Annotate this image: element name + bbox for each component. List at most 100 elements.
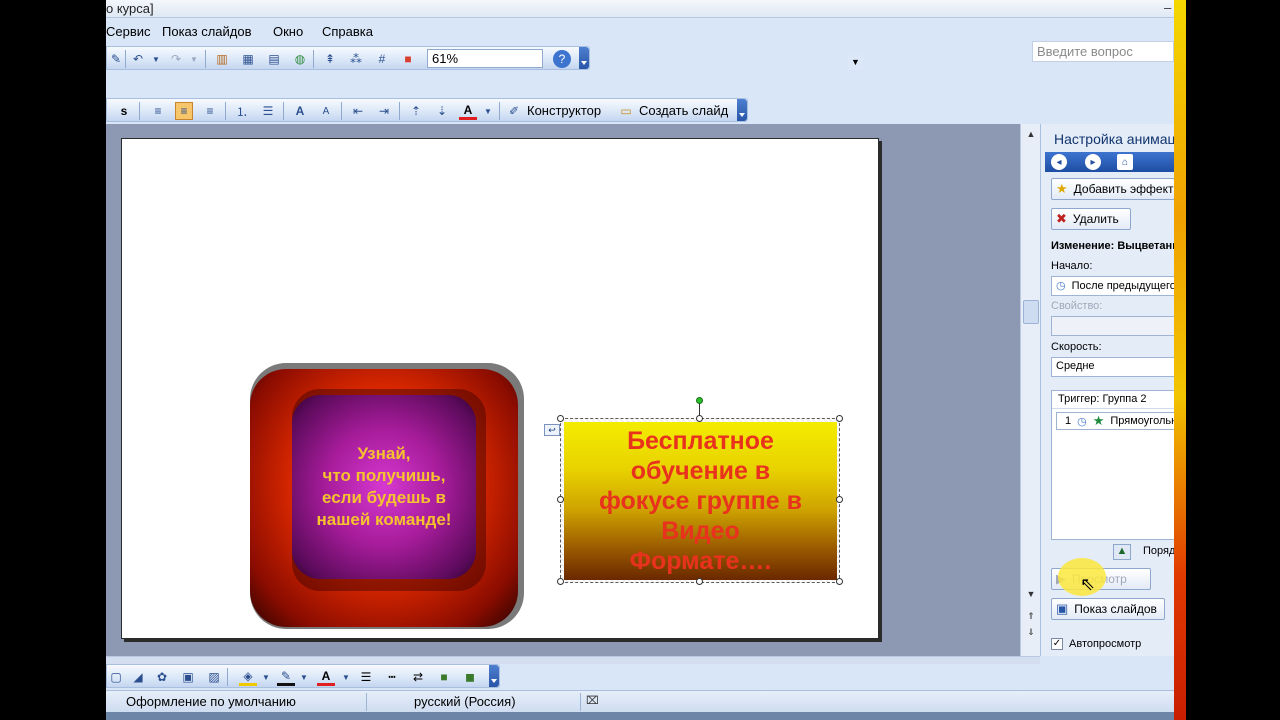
button-shape-inner[interactable]: Узнай, что получишь, если будешь в нашей… xyxy=(292,395,476,579)
menu-help[interactable]: Справка xyxy=(322,24,373,39)
textbox-icon[interactable]: ▢ xyxy=(107,668,125,686)
rotation-handle[interactable] xyxy=(696,397,703,404)
color-grayscale-icon[interactable]: ■ xyxy=(399,50,417,68)
chart-icon[interactable]: ▥ xyxy=(213,50,231,68)
back-icon[interactable]: ◂ xyxy=(1051,154,1067,170)
help-search-input[interactable]: Введите вопрос xyxy=(1032,41,1174,62)
align-right-icon[interactable]: ≡ xyxy=(201,102,219,120)
toolbar-options-grip[interactable] xyxy=(579,47,589,69)
desktop-edge xyxy=(1174,0,1186,720)
menu-service[interactable]: Сервис xyxy=(106,24,151,39)
align-center-icon[interactable]: ≡ xyxy=(175,102,193,120)
3d-style-icon[interactable]: ◼ xyxy=(461,668,479,686)
columns-icon[interactable]: ▤ xyxy=(265,50,283,68)
menu-slideshow[interactable]: Показ слайдов xyxy=(162,24,252,39)
shadow-style-icon[interactable]: ■ xyxy=(435,668,453,686)
powerpoint-window: о курса] – Сервис Показ слайдов Окно Спр… xyxy=(106,0,1174,720)
line-spacing-down-icon[interactable]: ⇣ xyxy=(433,102,451,120)
pen-icon[interactable]: ✎ xyxy=(107,50,125,68)
horizontal-scrollbar[interactable] xyxy=(106,656,1040,664)
slide-canvas[interactable]: Узнай, что получишь, если будешь в нашей… xyxy=(121,138,879,639)
remove-icon: ✖ xyxy=(1056,211,1067,226)
decrease-font-icon[interactable]: A xyxy=(317,102,335,120)
font-color-icon[interactable]: A xyxy=(459,102,477,120)
decrease-indent-icon[interactable]: ⇤ xyxy=(349,102,367,120)
grid-icon[interactable]: # xyxy=(373,50,391,68)
next-slide-icon[interactable]: ⇓ xyxy=(1023,624,1039,640)
previous-slide-icon[interactable]: ⇑ xyxy=(1023,608,1039,624)
start-value: После предыдущего xyxy=(1071,280,1174,292)
diagram-icon[interactable]: ✿ xyxy=(153,668,171,686)
menu-window[interactable]: Окно xyxy=(273,24,303,39)
format-icon[interactable]: ⁂ xyxy=(347,50,365,68)
autopreview-checkbox[interactable]: ✓ xyxy=(1051,638,1063,650)
fill-color-icon[interactable]: ◈ xyxy=(239,668,257,686)
resize-handle-sw[interactable] xyxy=(557,578,564,585)
toolbar-options-grip[interactable] xyxy=(489,665,499,687)
home-icon[interactable]: ⌂ xyxy=(1117,154,1133,170)
numbered-list-icon[interactable]: ⒈ xyxy=(233,102,251,120)
pane-nav-bar: ◂ ▸ ⌂ xyxy=(1045,152,1174,172)
bulleted-list-icon[interactable]: ☰ xyxy=(259,102,277,120)
resize-handle-nw[interactable] xyxy=(557,415,564,422)
speed-select[interactable]: Средне xyxy=(1051,357,1174,377)
resize-handle-s[interactable] xyxy=(696,578,703,585)
shadow-button[interactable]: s xyxy=(115,102,133,120)
forward-icon[interactable]: ▸ xyxy=(1085,154,1101,170)
chevron-down-icon[interactable]: ▼ xyxy=(848,53,863,70)
help-icon[interactable]: ? xyxy=(553,50,571,68)
remove-button[interactable]: ✖ Удалить xyxy=(1051,208,1131,230)
wordart-icon[interactable]: ◢ xyxy=(129,668,147,686)
increase-indent-icon[interactable]: ⇥ xyxy=(375,102,393,120)
vertical-scrollbar[interactable]: ▲ ▼ ⇑ ⇓ xyxy=(1020,124,1040,656)
line-style-icon[interactable]: ☰ xyxy=(357,668,375,686)
clipart-icon[interactable]: ▣ xyxy=(179,668,197,686)
font-color-icon[interactable]: A xyxy=(317,668,335,686)
scroll-down-icon[interactable]: ▼ xyxy=(1023,586,1039,602)
increase-font-icon[interactable]: A xyxy=(291,102,309,120)
slideshow-button[interactable]: ▣ Показ слайдов xyxy=(1051,598,1165,620)
align-left-icon[interactable]: ≡ xyxy=(149,102,167,120)
undo-dropdown-icon[interactable]: ▼ xyxy=(147,50,165,68)
move-up-icon[interactable]: ▲ xyxy=(1113,544,1131,560)
table-icon[interactable]: ▦ xyxy=(239,50,257,68)
line-spacing-up-icon[interactable]: ⇡ xyxy=(407,102,425,120)
scroll-up-icon[interactable]: ▲ xyxy=(1023,126,1039,142)
spellcheck-icon[interactable]: ⌧ xyxy=(586,694,599,707)
font-color-dropdown-icon[interactable]: ▼ xyxy=(479,102,497,120)
toolbar-options-grip[interactable] xyxy=(737,99,747,121)
effect-list-item[interactable]: 1 ◷ ★ Прямоугольник xyxy=(1056,412,1174,430)
fill-color-dropdown-icon[interactable]: ▼ xyxy=(257,668,275,686)
picture-icon[interactable]: ▨ xyxy=(205,668,223,686)
mouse-pointer-icon: ⇖ xyxy=(1080,574,1096,594)
add-effect-button[interactable]: ★ Добавить эффект xyxy=(1051,178,1174,200)
start-select[interactable]: ◷ После предыдущего xyxy=(1051,276,1174,296)
new-slide-button[interactable]: Создать слайд xyxy=(639,103,728,118)
effect-list[interactable]: Триггер: Группа 2 1 ◷ ★ Прямоугольник xyxy=(1051,390,1174,540)
status-design: Оформление по умолчанию xyxy=(126,694,296,709)
textbox-shape[interactable]: Бесплатное обучение в фокусе группе в Ви… xyxy=(564,422,837,580)
hyperlink-globe-icon[interactable]: ◍ xyxy=(291,50,309,68)
taskbar xyxy=(106,712,1174,720)
resize-handle-se[interactable] xyxy=(836,578,843,585)
redo-icon[interactable]: ↷ xyxy=(167,50,185,68)
minimize-button[interactable]: – xyxy=(1164,0,1171,15)
resize-handle-e[interactable] xyxy=(836,496,843,503)
designer-button[interactable]: Конструктор xyxy=(527,103,601,118)
redo-dropdown-icon[interactable]: ▼ xyxy=(185,50,203,68)
animation-tag-icon[interactable]: ↩ xyxy=(544,424,560,436)
reorder-label: Порядок xyxy=(1143,545,1174,557)
line-color-icon[interactable]: ✎ xyxy=(277,668,295,686)
arrow-style-icon[interactable]: ⇄ xyxy=(409,668,427,686)
font-color-dropdown-icon[interactable]: ▼ xyxy=(337,668,355,686)
scroll-thumb[interactable] xyxy=(1023,300,1039,324)
expand-icon[interactable]: ⇞ xyxy=(321,50,339,68)
resize-handle-n[interactable] xyxy=(696,415,703,422)
undo-icon[interactable]: ↶ xyxy=(129,50,147,68)
zoom-select[interactable]: 61% ▼ xyxy=(427,49,863,70)
resize-handle-ne[interactable] xyxy=(836,415,843,422)
dash-style-icon[interactable]: ┅ xyxy=(383,668,401,686)
resize-handle-w[interactable] xyxy=(557,496,564,503)
line-color-dropdown-icon[interactable]: ▼ xyxy=(295,668,313,686)
status-language: русский (Россия) xyxy=(414,694,516,709)
